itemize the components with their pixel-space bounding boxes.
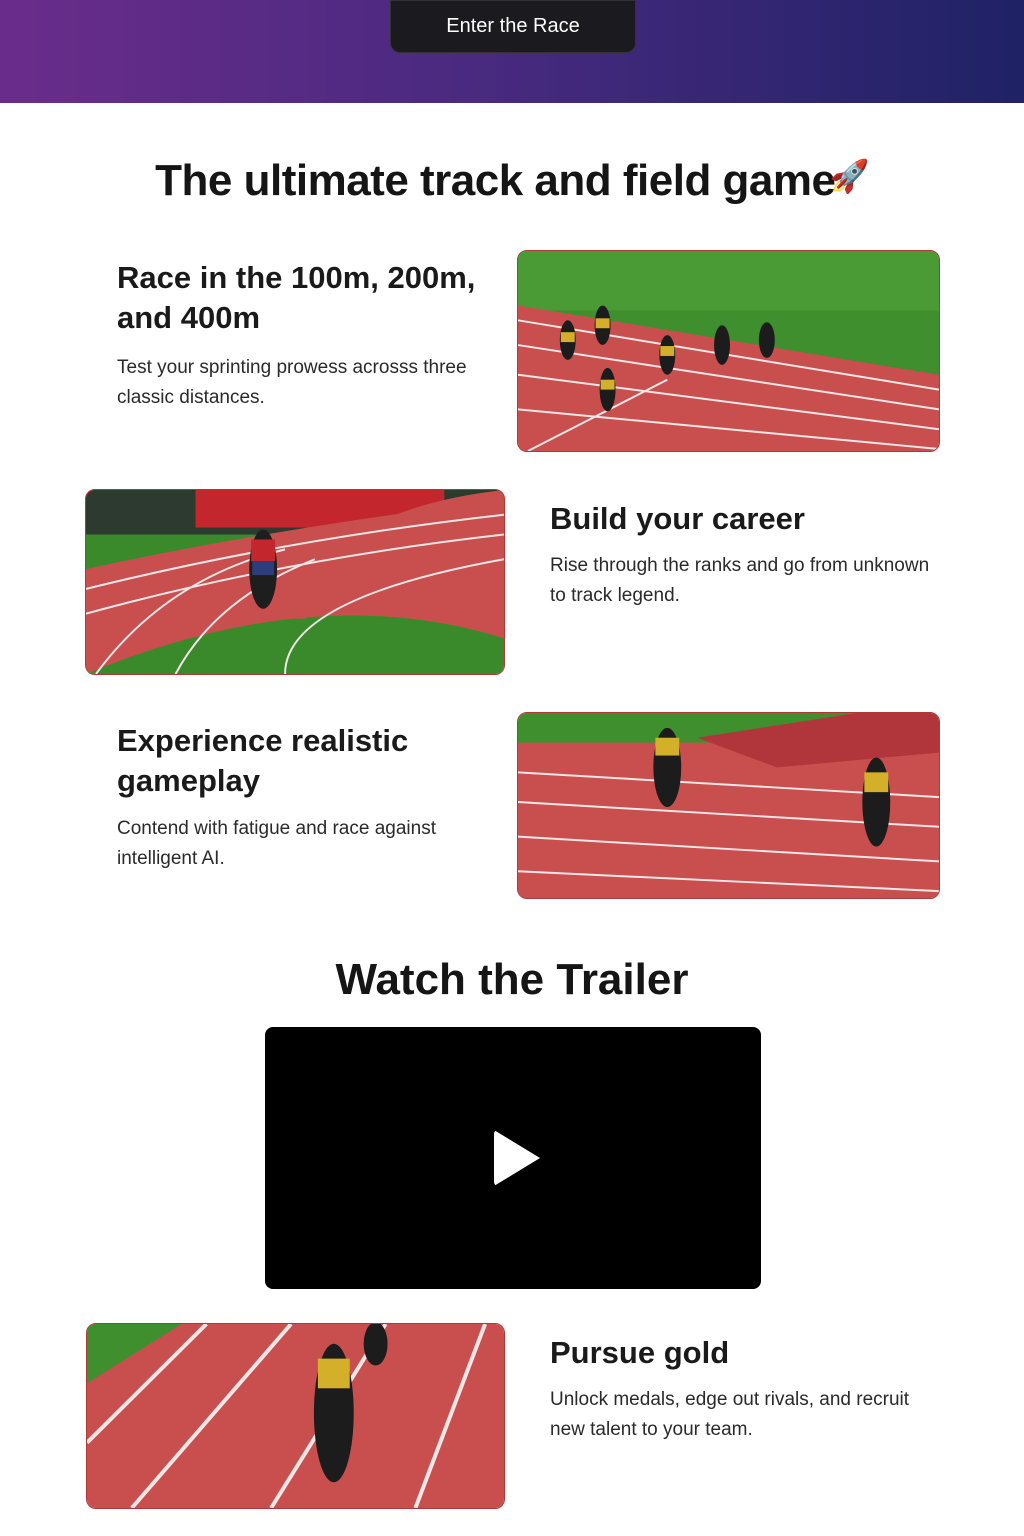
page-title-text: The ultimate track and field game [155, 156, 836, 205]
feature-desc-gameplay: Contend with fatigue and race against in… [117, 818, 436, 869]
race-screenshot [517, 250, 940, 452]
trailer-title: Watch the Trailer [335, 955, 689, 1004]
feature-title-career: Build your career [550, 501, 805, 536]
feature-title-race: Race in the 100m, 200m, and 400m [117, 260, 476, 335]
rocket-icon: 🚀 [829, 158, 870, 194]
feature-title-gameplay: Experience realistic gameplay [117, 723, 409, 798]
feature-title-gold: Pursue gold [550, 1335, 730, 1370]
career-screenshot [85, 489, 505, 675]
enter-race-button[interactable]: Enter the Race [390, 0, 636, 53]
trailer-video-player[interactable] [265, 1027, 761, 1289]
feature-desc-career: Rise through the ranks and go from unkno… [550, 555, 930, 606]
feature-desc-race: Test your sprinting prowess acrosss thre… [117, 357, 467, 408]
play-icon[interactable] [494, 1130, 540, 1186]
gameplay-screenshot [517, 712, 940, 899]
feature-desc-gold: Unlock medals, edge out rivals, and recr… [550, 1389, 910, 1440]
page-title: The ultimate track and field game🚀 [0, 156, 1024, 206]
gold-screenshot [86, 1323, 505, 1509]
